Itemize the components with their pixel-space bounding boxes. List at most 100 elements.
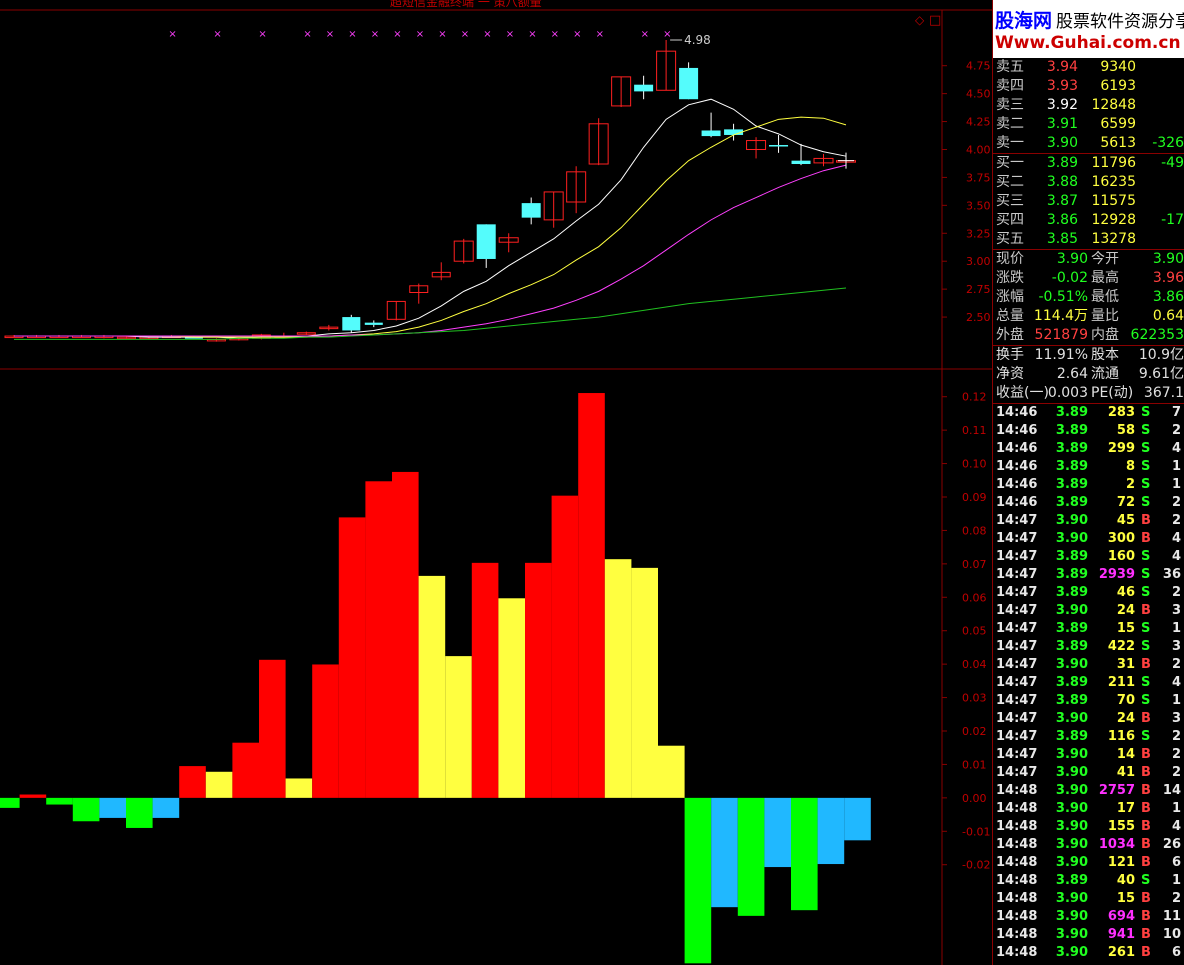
tick-volume: 15	[1116, 621, 1135, 636]
tick-row: 14:47 3.89 70 S 1	[993, 692, 1184, 710]
tick-time: 14:47	[996, 513, 1038, 528]
order-volume: 16235	[1091, 174, 1136, 190]
tick-count: 1	[1171, 801, 1181, 816]
price-tick-label: 4.25	[966, 116, 991, 129]
osc-bar	[232, 742, 259, 798]
tick-price: 3.89	[1055, 621, 1088, 636]
tick-row: 14:48 3.90 941 B 10	[993, 926, 1184, 944]
osc-bar	[152, 797, 180, 818]
signal-marker: ×	[596, 29, 604, 40]
tick-row: 14:47 3.90 31 B 2	[993, 656, 1184, 674]
stat-label: 量比	[1091, 308, 1119, 324]
signal-marker: ×	[371, 29, 379, 40]
osc-tick-label: 0.10	[962, 458, 987, 471]
osc-bar	[737, 797, 765, 916]
order-price: 3.86	[1046, 212, 1078, 228]
tick-count: 1	[1171, 873, 1181, 888]
tick-side: B	[1141, 837, 1151, 852]
tick-row: 14:46 3.89 58 S 2	[993, 422, 1184, 440]
candle-body-down	[769, 145, 789, 147]
tick-count: 36	[1162, 567, 1181, 582]
signal-marker: ×	[663, 29, 671, 40]
signal-marker: ×	[416, 29, 424, 40]
tick-volume: 15	[1116, 891, 1135, 906]
osc-bar	[365, 481, 392, 798]
info-label: 流通	[1091, 366, 1119, 382]
ma-line-ma10	[14, 116, 847, 338]
tick-count: 1	[1171, 459, 1181, 474]
price-tick-label: 3.00	[966, 255, 991, 268]
order-price: 3.88	[1046, 174, 1078, 190]
buy-order-row: 买五 3.85 13278	[993, 230, 1184, 249]
tick-row: 14:47 3.90 14 B 2	[993, 746, 1184, 764]
buy-order-row: 买三 3.87 11575	[993, 192, 1184, 211]
tick-list[interactable]: 14:46 3.89 283 S 7 14:46 3.89 58 S 2 14:46 3.89 299 S…	[993, 403, 1184, 962]
osc-tick-label: 0.09	[962, 491, 987, 504]
osc-bar	[312, 664, 339, 798]
stat-value: 3.96	[1152, 270, 1184, 286]
osc-bar	[711, 797, 738, 908]
peak-price-label: 4.98	[684, 33, 711, 47]
tick-price: 3.90	[1055, 855, 1088, 870]
tick-side: B	[1141, 531, 1151, 546]
stat-label: 现价	[996, 251, 1024, 267]
order-label: 卖一	[996, 135, 1024, 151]
tick-count: 1	[1171, 621, 1181, 636]
tick-count: 2	[1171, 657, 1181, 672]
info-row: 净资 2.64 流通 9.61亿	[993, 365, 1184, 384]
tick-side: B	[1141, 765, 1151, 780]
tick-side: S	[1141, 873, 1151, 888]
kline-chart[interactable]: 超短信金融终端 一 策八额量 ◇ □ 4.75 4.50 4.25 4.00 3.75 3.50…	[0, 0, 992, 965]
order-volume: 12848	[1091, 97, 1136, 113]
tick-row: 14:46 3.89 2 S 1	[993, 476, 1184, 494]
tick-time: 14:47	[996, 675, 1038, 690]
chart-area[interactable]: 超短信金融终端 一 策八额量 ◇ □ 4.75 4.50 4.25 4.00 3.75 3.50…	[0, 0, 992, 965]
tick-volume: 299	[1107, 441, 1135, 456]
tick-price: 3.89	[1055, 477, 1088, 492]
tick-time: 14:47	[996, 747, 1038, 762]
stat-label: 总量	[996, 308, 1024, 324]
tick-volume: 58	[1116, 423, 1135, 438]
tick-volume: 694	[1107, 909, 1135, 924]
tick-time: 14:48	[996, 945, 1038, 960]
tick-price: 3.90	[1055, 945, 1088, 960]
order-label: 卖二	[996, 116, 1024, 132]
tick-count: 2	[1171, 585, 1181, 600]
price-tick-label: 3.50	[966, 199, 991, 212]
stat-value: 3.90	[1056, 251, 1088, 267]
fundamentals-block: 换手 11.91% 股本 10.9亿 净资 2.64 流通 9.61亿 收益(一) 0.003 PE…	[993, 345, 1184, 403]
tick-side: B	[1141, 603, 1151, 618]
tick-price: 3.90	[1055, 711, 1088, 726]
sell-order-row: 卖一 3.90 5613 -326	[993, 134, 1184, 153]
candle-body-down	[701, 130, 721, 137]
osc-tick-label: 0.11	[962, 424, 987, 437]
tick-volume: 70	[1116, 693, 1135, 708]
osc-tick-label: 0.06	[962, 591, 987, 604]
tick-volume: 2757	[1098, 783, 1135, 798]
price-tick-label: 3.25	[966, 227, 991, 240]
corner-diamond-icon: ◇	[915, 13, 925, 27]
tick-row: 14:47 3.89 160 S 4	[993, 548, 1184, 566]
tick-price: 3.89	[1055, 639, 1088, 654]
sell-order-row: 卖四 3.93 6193	[993, 77, 1184, 96]
tick-price: 3.89	[1055, 405, 1088, 420]
tick-side: B	[1141, 891, 1151, 906]
tick-row: 14:48 3.90 694 B 11	[993, 908, 1184, 926]
tick-volume: 45	[1116, 513, 1135, 528]
signal-marker: ×	[393, 29, 401, 40]
tick-side: B	[1141, 927, 1151, 942]
candle-body-down	[521, 203, 541, 218]
order-volume: 6193	[1100, 78, 1136, 94]
quote-panel: 股海网 股票软件资源分享 Www.Guhai.com.cn 卖五 3.94 9340 卖…	[992, 0, 1184, 965]
signal-marker: ×	[258, 29, 266, 40]
osc-tick-label: 0.05	[962, 625, 987, 638]
order-volume: 12928	[1091, 212, 1136, 228]
signal-marker: ×	[461, 29, 469, 40]
osc-tick-label: 0.01	[962, 758, 987, 771]
signal-marker: ×	[483, 29, 491, 40]
order-label: 买五	[996, 231, 1024, 247]
tick-volume: 300	[1107, 531, 1135, 546]
tick-row: 14:48 3.90 1034 B 26	[993, 836, 1184, 854]
tick-count: 4	[1171, 549, 1181, 564]
tick-price: 3.89	[1055, 459, 1088, 474]
